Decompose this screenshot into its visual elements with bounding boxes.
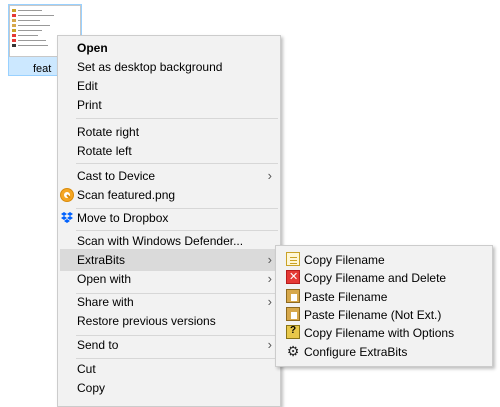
menu-item-label: Set as desktop background bbox=[77, 60, 223, 74]
menu-item-label: Edit bbox=[77, 79, 98, 93]
submenu-item-copy-filename-with-options[interactable]: Copy Filename with Options bbox=[278, 323, 490, 341]
document-icon bbox=[286, 252, 300, 266]
menu-item-scan-file[interactable]: Scan featured.png bbox=[60, 184, 278, 206]
menu-item-label: Rotate right bbox=[77, 125, 140, 139]
dropbox-icon bbox=[59, 210, 75, 226]
menu-item-open-with[interactable]: Open with › bbox=[60, 268, 278, 290]
context-menu: Open Set as desktop background Edit Prin… bbox=[57, 35, 281, 407]
chevron-right-icon: › bbox=[267, 271, 272, 286]
menu-item-label: Cut bbox=[77, 362, 96, 376]
options-icon bbox=[286, 325, 300, 339]
submenu-item-label: Copy Filename and Delete bbox=[304, 271, 447, 285]
menu-item-rotate-left[interactable]: Rotate left bbox=[60, 140, 278, 162]
menu-item-label: Open bbox=[77, 41, 108, 55]
menu-item-label: Move to Dropbox bbox=[77, 211, 169, 225]
gear-icon: ⚙ bbox=[286, 343, 300, 359]
submenu-item-configure-extrabits[interactable]: ⚙ Configure ExtraBits bbox=[278, 342, 490, 360]
extrabits-submenu: Copy Filename Copy Filename and Delete P… bbox=[275, 245, 493, 367]
paste-icon bbox=[286, 289, 300, 303]
paste-icon bbox=[286, 307, 300, 321]
menu-item-label: Restore previous versions bbox=[77, 314, 216, 328]
submenu-item-paste-filename-not-ext[interactable]: Paste Filename (Not Ext.) bbox=[278, 305, 490, 323]
submenu-item-copy-filename[interactable]: Copy Filename bbox=[278, 250, 490, 268]
submenu-item-paste-filename[interactable]: Paste Filename bbox=[278, 287, 490, 305]
menu-separator bbox=[76, 163, 278, 164]
menu-item-label: Cast to Device bbox=[77, 169, 156, 183]
menu-item-label: Scan with Windows Defender... bbox=[77, 234, 244, 248]
menu-item-restore-previous-versions[interactable]: Restore previous versions bbox=[60, 310, 278, 332]
menu-item-label: Scan featured.png bbox=[77, 188, 176, 202]
menu-item-label: Open with bbox=[77, 272, 132, 286]
submenu-item-label: Paste Filename bbox=[304, 290, 388, 304]
menu-item-label: Send to bbox=[77, 338, 119, 352]
menu-item-send-to[interactable]: Send to › bbox=[60, 334, 278, 356]
menu-item-label: Print bbox=[77, 98, 102, 112]
submenu-item-copy-filename-and-delete[interactable]: Copy Filename and Delete bbox=[278, 268, 490, 286]
menu-item-label: Share with bbox=[77, 295, 134, 309]
submenu-item-label: Copy Filename with Options bbox=[304, 326, 455, 340]
menu-item-label: Rotate left bbox=[77, 144, 132, 158]
chevron-right-icon: › bbox=[267, 252, 272, 267]
menu-item-copy[interactable]: Copy bbox=[60, 377, 278, 399]
submenu-item-label: Configure ExtraBits bbox=[304, 345, 408, 359]
menu-item-print[interactable]: Print bbox=[60, 94, 278, 116]
delete-icon bbox=[286, 270, 300, 284]
chevron-right-icon: › bbox=[267, 294, 272, 309]
scan-icon bbox=[59, 187, 75, 203]
chevron-right-icon: › bbox=[267, 337, 272, 352]
menu-item-label: ExtraBits bbox=[77, 253, 126, 267]
menu-item-label: Copy bbox=[77, 381, 106, 395]
menu-separator bbox=[76, 118, 278, 119]
submenu-item-label: Paste Filename (Not Ext.) bbox=[304, 308, 442, 322]
submenu-item-label: Copy Filename bbox=[304, 253, 385, 267]
menu-item-move-to-dropbox[interactable]: Move to Dropbox bbox=[60, 207, 278, 229]
chevron-right-icon: › bbox=[267, 168, 272, 183]
